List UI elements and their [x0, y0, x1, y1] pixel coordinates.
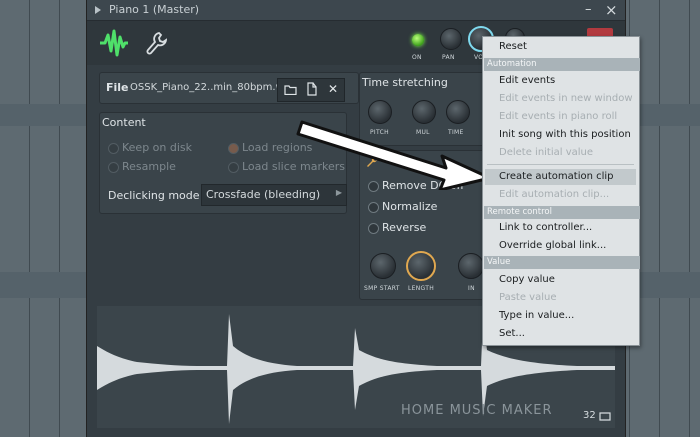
load-regions-radio[interactable]: [228, 143, 239, 154]
menu-section-remote-control: Remote control: [484, 206, 640, 219]
length-label: LENGTH: [408, 285, 435, 292]
wrench-icon[interactable]: [145, 31, 167, 55]
smp-start-label: SMP START: [364, 285, 400, 292]
pan-label: PAN: [442, 54, 455, 61]
load-slice-markers-radio[interactable]: [228, 162, 239, 173]
folder-icon[interactable]: [284, 84, 297, 95]
menu-item-set[interactable]: Set...: [499, 328, 525, 339]
menu-item-copy-value[interactable]: Copy value: [499, 274, 555, 285]
menu-item-edit-events-new-window[interactable]: Edit events in new window: [499, 93, 633, 104]
on-label: ON: [412, 54, 422, 61]
sample-start-knob[interactable]: [370, 253, 396, 279]
menu-separator: [487, 164, 634, 165]
menu-item-type-in-value[interactable]: Type in value...: [499, 310, 574, 321]
keep-on-disk-label: Keep on disk: [122, 141, 193, 154]
declicking-label: Declicking mode: [108, 189, 200, 202]
menu-item-reset[interactable]: Reset: [499, 41, 527, 52]
menu-item-override-link[interactable]: Override global link...: [499, 240, 606, 251]
in-knob[interactable]: [458, 253, 484, 279]
file-name[interactable]: OSSK_Piano_22..min_80bpm.wav: [130, 82, 280, 93]
menu-section-automation: Automation: [484, 58, 640, 71]
in-label: IN: [468, 285, 475, 292]
length-knob[interactable]: [406, 251, 436, 281]
menu-item-init-song[interactable]: Init song with this position: [499, 129, 631, 140]
window-titlebar[interactable]: Piano 1 (Master) – ×: [87, 0, 625, 21]
loop-icon[interactable]: [599, 410, 611, 421]
normalize-label: Normalize: [382, 200, 438, 213]
clear-file-button[interactable]: ✕: [328, 82, 338, 96]
pan-knob[interactable]: [440, 28, 462, 50]
minimize-button[interactable]: –: [585, 2, 592, 17]
time-stretching-heading: Time stretching: [362, 76, 448, 89]
audio-clip-logo-icon[interactable]: [99, 29, 129, 57]
menu-section-value: Value: [484, 256, 640, 269]
file-label: File: [106, 81, 129, 94]
file-actions: ✕: [277, 78, 345, 102]
resample-radio[interactable]: [108, 162, 119, 173]
content-heading: Content: [102, 116, 146, 129]
menu-item-edit-automation-clip[interactable]: Edit automation clip...: [499, 189, 609, 200]
keep-on-disk-radio[interactable]: [108, 143, 119, 154]
menu-item-paste-value[interactable]: Paste value: [499, 292, 557, 303]
context-menu: Reset Automation Edit events Edit events…: [482, 36, 640, 346]
arrow-annotation-icon: [296, 120, 492, 190]
menu-item-edit-events-piano-roll[interactable]: Edit events in piano roll: [499, 111, 617, 122]
watermark-text: HOME MUSIC MAKER: [401, 403, 553, 418]
window-title: Piano 1 (Master): [109, 3, 200, 16]
menu-item-delete-initial[interactable]: Delete initial value: [499, 147, 593, 158]
menu-item-link-controller[interactable]: Link to controller...: [499, 222, 592, 233]
reverse-label: Reverse: [382, 221, 427, 234]
normalize-radio[interactable]: [368, 202, 379, 213]
bpm-readout: 32: [583, 410, 596, 421]
collapse-arrow-icon[interactable]: [95, 6, 101, 14]
menu-item-edit-events[interactable]: Edit events: [499, 75, 555, 86]
reverse-radio[interactable]: [368, 223, 379, 234]
menu-item-create-automation-clip[interactable]: Create automation clip: [499, 171, 614, 182]
resample-label: Resample: [122, 160, 176, 173]
close-window-button[interactable]: ×: [605, 1, 618, 19]
channel-on-led[interactable]: [412, 34, 424, 46]
browse-icon[interactable]: [306, 82, 317, 96]
